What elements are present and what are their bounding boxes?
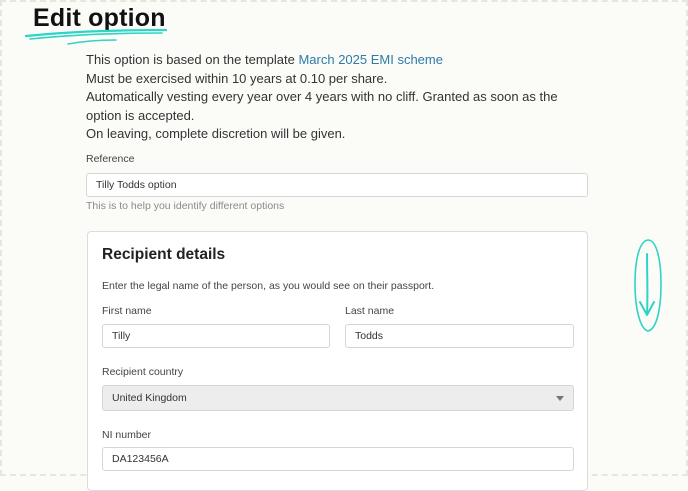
first-name-label: First name bbox=[102, 305, 152, 317]
ni-number-input[interactable] bbox=[102, 447, 574, 471]
first-name-input[interactable] bbox=[102, 324, 330, 348]
recipient-details-card: Recipient details Enter the legal name o… bbox=[87, 231, 588, 491]
template-link[interactable]: March 2025 EMI scheme bbox=[298, 52, 443, 67]
exercise-line: Must be exercised within 10 years at 0.1… bbox=[86, 70, 388, 86]
chevron-down-icon bbox=[556, 396, 564, 401]
template-line: This option is based on the template Mar… bbox=[86, 52, 443, 67]
last-name-input[interactable] bbox=[345, 324, 574, 348]
leaving-line: On leaving, complete discretion will be … bbox=[86, 126, 346, 142]
title-underline-scribble bbox=[24, 28, 168, 45]
recipient-country-label: Recipient country bbox=[102, 366, 184, 378]
reference-label: Reference bbox=[86, 153, 135, 165]
last-name-label: Last name bbox=[345, 305, 395, 317]
recipient-details-description: Enter the legal name of the person, as y… bbox=[102, 280, 435, 292]
option-summary: This option is based on the template Mar… bbox=[86, 51, 566, 144]
ni-number-label: NI number bbox=[102, 429, 152, 441]
recipient-country-select[interactable]: United Kingdom bbox=[102, 385, 574, 411]
reference-hint: This is to help you identify different o… bbox=[86, 200, 285, 212]
recipient-country-value: United Kingdom bbox=[112, 392, 187, 404]
reference-input[interactable] bbox=[86, 173, 588, 197]
scroll-down-arrow-icon bbox=[634, 239, 662, 332]
recipient-details-title: Recipient details bbox=[102, 246, 226, 263]
vesting-line: Automatically vesting every year over 4 … bbox=[86, 89, 558, 123]
